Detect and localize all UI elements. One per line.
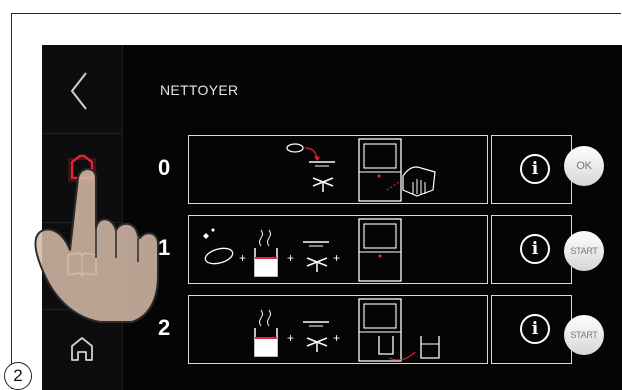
- step-row-1: 1 + + + i: [146, 215, 583, 284]
- clean-tablet-illustration: [286, 138, 436, 202]
- start-button[interactable]: START: [564, 315, 604, 355]
- manual-button[interactable]: [42, 223, 122, 310]
- menu-button[interactable]: [42, 134, 122, 223]
- back-chevron-icon: [70, 72, 87, 110]
- step-illustration: + +: [188, 295, 488, 364]
- page-title: NETTOYER: [160, 82, 239, 98]
- info-icon: i: [520, 314, 550, 344]
- info-button[interactable]: i: [491, 215, 572, 284]
- menu-icon: [68, 154, 96, 182]
- step-illustration: [188, 135, 488, 204]
- info-icon: i: [520, 154, 550, 184]
- svg-text:+: +: [333, 251, 340, 265]
- home-button[interactable]: [42, 310, 122, 390]
- step-number: 2: [158, 315, 171, 340]
- svg-text:+: +: [333, 331, 340, 345]
- start-button[interactable]: START: [564, 231, 604, 271]
- step-number: 1: [158, 235, 171, 260]
- ok-button[interactable]: OK: [564, 146, 604, 186]
- figure-number-badge: 2: [4, 362, 32, 390]
- tablet-water-illustration: + + +: [203, 218, 402, 282]
- info-button[interactable]: i: [491, 295, 572, 364]
- info-button[interactable]: i: [491, 135, 572, 204]
- svg-text:+: +: [287, 251, 294, 265]
- device-screen: NETTOYER 0 i OK 1 + + + i START 2 + + i …: [42, 45, 622, 390]
- svg-text:+: +: [239, 251, 246, 265]
- svg-text:+: +: [287, 331, 294, 345]
- step-illustration: + + +: [188, 215, 488, 284]
- info-icon: i: [520, 234, 550, 264]
- step-row-2: 2 + + i: [146, 295, 583, 364]
- step-number: 0: [158, 155, 171, 180]
- book-icon: [67, 252, 97, 278]
- sidebar: [42, 45, 123, 390]
- step-row-0: 0 i: [146, 135, 583, 204]
- home-icon: [71, 337, 93, 361]
- rinse-illustration: + +: [254, 298, 440, 362]
- back-button[interactable]: [42, 45, 122, 134]
